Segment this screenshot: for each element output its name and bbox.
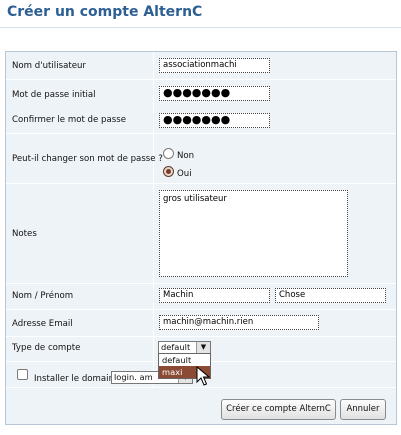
install-domain-value: login. am xyxy=(114,372,153,382)
radio-oui[interactable] xyxy=(163,166,174,177)
install-domain-checkbox[interactable] xyxy=(17,369,28,380)
name-label: Nom / Prénom xyxy=(12,291,74,301)
create-account-form: Nom d'utilisateur associationmachi Mot d… xyxy=(5,51,397,425)
title-divider xyxy=(0,27,401,28)
notes-textarea[interactable]: gros utilisateur xyxy=(159,190,348,277)
row-can-change: Peut-il changer son mot de passe ? Non O… xyxy=(6,134,396,184)
mouse-pointer-icon xyxy=(196,366,210,386)
first-name-input[interactable]: Chose xyxy=(275,288,386,303)
page-title: Créer un compte AlternC xyxy=(7,4,203,20)
can-change-label: Peut-il changer son mot de passe ? xyxy=(12,154,163,164)
notes-label: Notes xyxy=(12,229,37,239)
account-type-option-default[interactable]: default xyxy=(159,354,210,366)
cancel-button[interactable]: Annuler xyxy=(340,399,386,420)
password-confirm-input[interactable]: ●●●●●●● xyxy=(159,113,270,128)
email-label: Adresse Email xyxy=(12,319,73,329)
row-password-confirm: Confirmer le mot de passe ●●●●●●● xyxy=(6,107,396,134)
row-password: Mot de passe initial ●●●●●●● xyxy=(6,80,396,107)
username-input[interactable]: associationmachi xyxy=(159,58,270,73)
account-type-value: default xyxy=(161,342,191,352)
password-confirm-label: Confirmer le mot de passe xyxy=(12,115,126,125)
chevron-down-icon[interactable]: ▼ xyxy=(196,342,210,353)
row-notes: Notes gros utilisateur xyxy=(6,184,396,284)
last-name-input[interactable]: Machin xyxy=(159,288,270,303)
radio-non-label: Non xyxy=(177,151,195,161)
create-account-button[interactable]: Créer ce compte AlternC xyxy=(221,399,336,420)
password-label: Mot de passe initial xyxy=(12,90,96,100)
username-label: Nom d'utilisateur xyxy=(12,61,86,71)
install-domain-label: Installer le domaine xyxy=(34,374,120,384)
radio-non[interactable] xyxy=(163,148,174,159)
form-footer-divider xyxy=(6,387,396,388)
email-input[interactable]: machin@machin.rien xyxy=(159,315,319,330)
row-email: Adresse Email machin@machin.rien xyxy=(6,310,396,337)
row-name: Nom / Prénom Machin Chose xyxy=(6,284,396,310)
row-username: Nom d'utilisateur associationmachi xyxy=(6,52,396,80)
password-input[interactable]: ●●●●●●● xyxy=(159,86,270,101)
radio-oui-label: Oui xyxy=(177,169,192,179)
account-type-label: Type de compte xyxy=(12,343,81,353)
